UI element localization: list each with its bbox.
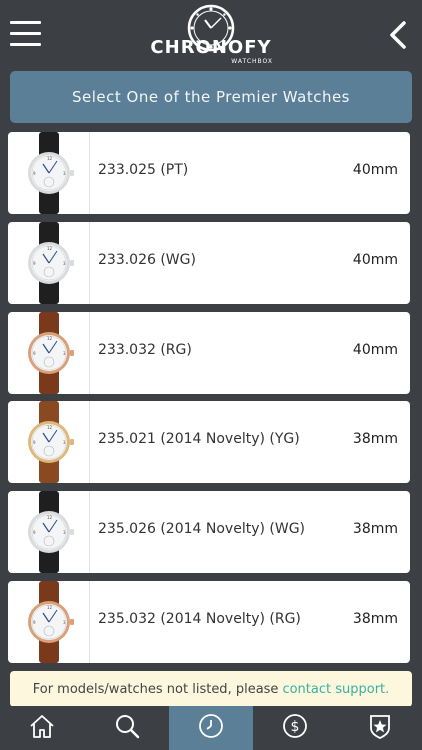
svg-text:12: 12 xyxy=(47,515,53,520)
tab-home[interactable] xyxy=(0,706,84,750)
watch-row[interactable]: 12 3 9 233.026 (WG) 40mm xyxy=(8,222,410,304)
watch-thumbnail: 12 3 9 xyxy=(8,132,90,214)
watch-model: 235.032 (2014 Novelty) (RG) xyxy=(98,611,301,627)
watch-model: 233.026 (WG) xyxy=(98,252,196,268)
select-watch-banner[interactable]: Select One of the Premier Watches xyxy=(10,71,412,123)
home-icon xyxy=(28,712,56,744)
notice-text: For models/watches not listed, please xyxy=(32,681,279,697)
chronofy-logo: CHRONOFY WATCHBOX xyxy=(143,2,279,66)
svg-text:12: 12 xyxy=(47,605,53,610)
banner-label: Select One of the Premier Watches xyxy=(72,88,350,106)
watch-row[interactable]: 12 3 9 235.026 (2014 Novelty) (WG) 38mm xyxy=(8,491,410,573)
svg-text:12: 12 xyxy=(47,246,53,251)
watch-thumbnail: 12 3 9 xyxy=(8,222,90,304)
watch-thumbnail: 12 3 9 xyxy=(8,581,90,663)
dollar-icon: $ xyxy=(281,712,309,744)
watch-row[interactable]: 12 3 9 235.032 (2014 Novelty) (RG) 38mm xyxy=(8,581,410,663)
watch-model: 235.021 (2014 Novelty) (YG) xyxy=(98,431,300,447)
svg-text:12: 12 xyxy=(47,425,53,430)
contact-support-link[interactable]: contact support. xyxy=(282,682,389,697)
watch-size: 40mm xyxy=(352,162,398,178)
search-icon xyxy=(113,712,141,744)
watch-size: 38mm xyxy=(352,521,398,537)
watch-thumbnail: 12 3 9 xyxy=(8,491,90,573)
bottom-tab-bar: $ xyxy=(0,706,422,750)
svg-text:12: 12 xyxy=(47,336,53,341)
logo-wordmark: CHRONOFY xyxy=(150,37,272,58)
watch-row[interactable]: 12 3 9 233.025 (PT) 40mm xyxy=(8,132,410,214)
tab-clock[interactable] xyxy=(168,706,254,750)
star-badge-icon xyxy=(366,712,394,744)
watch-size: 40mm xyxy=(352,252,398,268)
watch-model: 233.032 (RG) xyxy=(98,342,192,358)
top-bar: CHRONOFY WATCHBOX xyxy=(0,0,422,68)
watch-size: 38mm xyxy=(352,611,398,627)
tab-dollar[interactable]: $ xyxy=(253,706,337,750)
svg-text:$: $ xyxy=(291,719,300,735)
watch-row[interactable]: 12 3 9 233.032 (RG) 40mm xyxy=(8,312,410,394)
watch-size: 38mm xyxy=(352,431,398,447)
tab-search[interactable] xyxy=(84,706,168,750)
watch-row[interactable]: 12 3 9 235.021 (2014 Novelty) (YG) 38mm xyxy=(8,401,410,483)
chevron-left-icon[interactable] xyxy=(386,20,410,50)
watch-model: 235.026 (2014 Novelty) (WG) xyxy=(98,521,306,537)
logo-subtext: WATCHBOX xyxy=(231,58,273,65)
clock-icon xyxy=(197,712,225,744)
svg-text:12: 12 xyxy=(47,156,53,161)
hamburger-menu-icon[interactable] xyxy=(10,19,42,49)
tab-star-badge[interactable] xyxy=(338,706,422,750)
watch-thumbnail: 12 3 9 xyxy=(8,401,90,483)
support-notice: For models/watches not listed, please co… xyxy=(10,671,412,707)
watch-thumbnail: 12 3 9 xyxy=(8,312,90,394)
watch-model: 233.025 (PT) xyxy=(98,162,189,178)
watch-size: 40mm xyxy=(352,342,398,358)
